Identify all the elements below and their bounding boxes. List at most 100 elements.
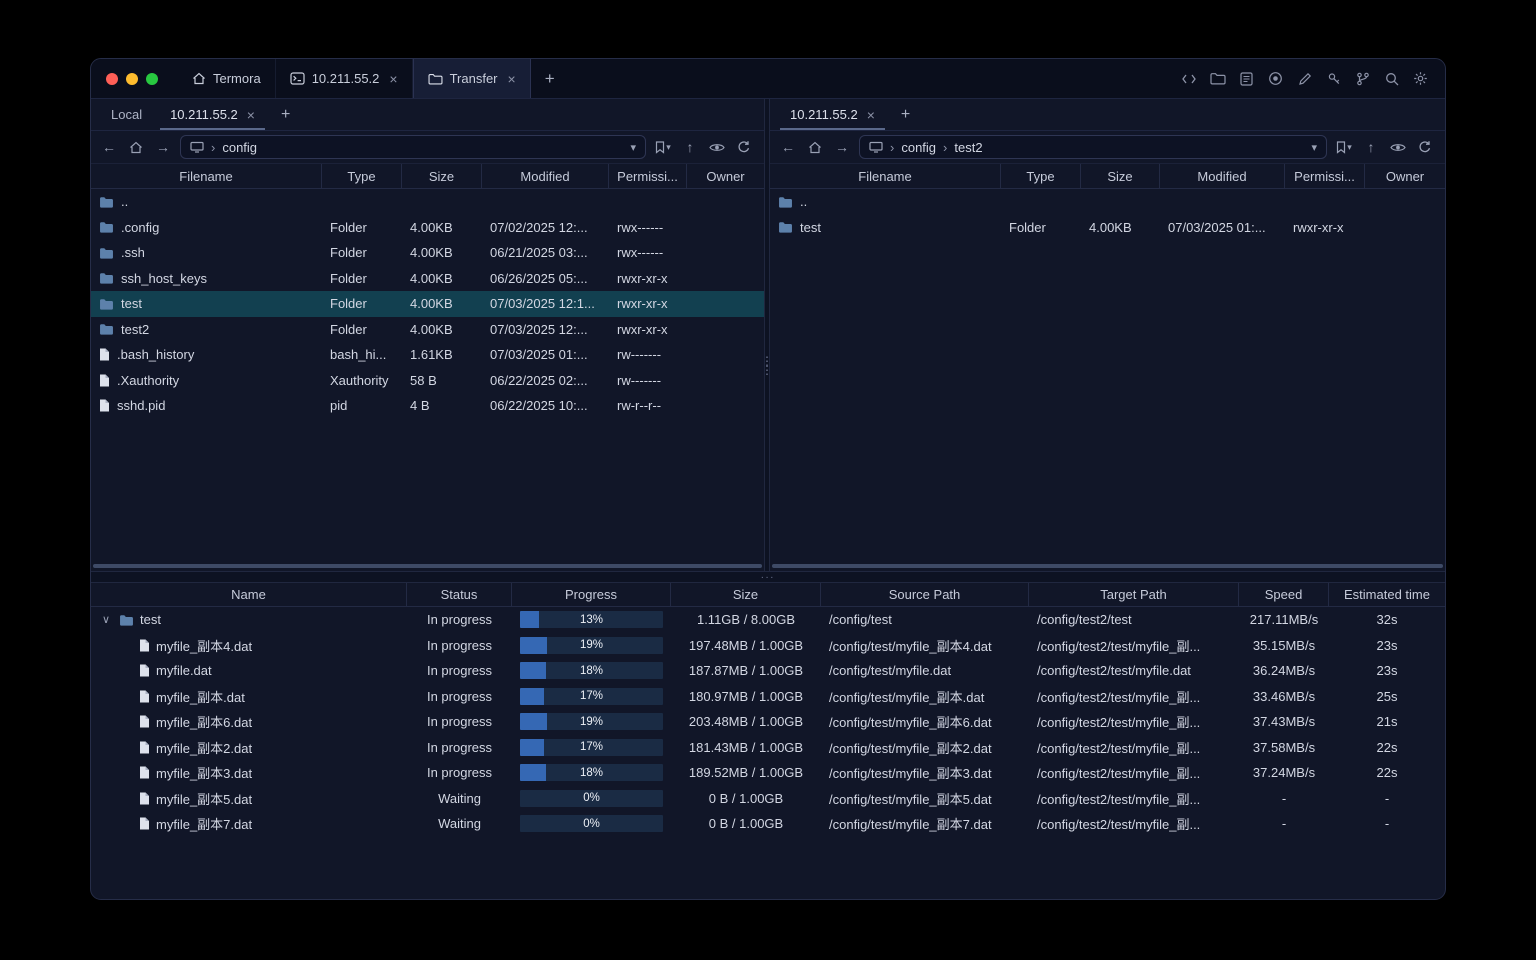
new-tab-button[interactable]: + xyxy=(531,59,569,98)
back-button[interactable]: ← xyxy=(99,139,119,155)
tab-remote-host[interactable]: 10.211.55.2 × xyxy=(156,99,269,130)
show-hidden-files-button[interactable] xyxy=(1388,142,1408,153)
column-header[interactable]: Name xyxy=(91,583,407,606)
tab-terminal-session[interactable]: 10.211.55.2 × xyxy=(276,59,413,98)
transfer-row[interactable]: myfile_副本3.dat In progress 18% 189.52MB … xyxy=(91,760,1445,786)
home-button[interactable] xyxy=(805,141,825,154)
tab-local[interactable]: Local xyxy=(97,99,156,130)
close-window-button[interactable] xyxy=(106,72,118,85)
cell-name: myfile_副本6.dat xyxy=(91,712,407,731)
cell-target-path: /config/test2/test/myfile_副... xyxy=(1037,638,1201,654)
file-row[interactable]: ssh_host_keys Folder 4.00KB 06/26/2025 0… xyxy=(91,266,764,292)
path-segment[interactable]: config xyxy=(222,140,257,155)
horizontal-scrollbar[interactable] xyxy=(93,564,762,568)
file-icon xyxy=(139,639,150,652)
column-header[interactable]: Owner xyxy=(1365,164,1445,188)
column-header[interactable]: Permissi... xyxy=(609,164,687,188)
tab-remote-host[interactable]: 10.211.55.2 × xyxy=(776,99,889,130)
file-row[interactable]: .. xyxy=(91,189,764,215)
column-header[interactable]: Permissi... xyxy=(1285,164,1365,188)
log-icon[interactable] xyxy=(1237,69,1256,88)
settings-gear-icon[interactable] xyxy=(1411,69,1430,88)
progress-bar: 17% xyxy=(520,738,663,756)
column-header[interactable]: Modified xyxy=(1160,164,1285,188)
new-folder-icon[interactable] xyxy=(1208,69,1227,88)
cell-permissions: rwxr-xr-x xyxy=(617,270,668,286)
transfer-row[interactable]: myfile_副本2.dat In progress 17% 181.43MB … xyxy=(91,735,1445,761)
code-icon[interactable] xyxy=(1179,69,1198,88)
computer-icon xyxy=(869,141,883,153)
edit-icon[interactable] xyxy=(1295,69,1314,88)
new-pane-tab-button[interactable]: + xyxy=(269,99,302,130)
collapse-chevron-icon[interactable]: ∨ xyxy=(99,613,113,626)
column-header[interactable]: Speed xyxy=(1239,583,1329,606)
transfer-row[interactable]: myfile_副本4.dat In progress 19% 197.48MB … xyxy=(91,633,1445,659)
column-header[interactable]: Size xyxy=(671,583,821,606)
file-row[interactable]: .ssh Folder 4.00KB 06/21/2025 03:... rwx… xyxy=(91,240,764,266)
home-button[interactable] xyxy=(126,141,146,154)
keygen-icon[interactable] xyxy=(1324,69,1343,88)
column-header[interactable]: Filename xyxy=(91,164,322,188)
upload-button[interactable]: ↑ xyxy=(680,139,700,155)
column-header[interactable]: Size xyxy=(1081,164,1160,188)
forward-button[interactable]: → xyxy=(153,139,173,155)
cell-progress: 0% xyxy=(512,815,671,833)
close-tab-icon[interactable]: × xyxy=(867,107,875,123)
chevron-down-icon[interactable]: ▾ xyxy=(630,141,636,154)
column-header[interactable]: Modified xyxy=(482,164,609,188)
transfer-row[interactable]: myfile_副本7.dat Waiting 0% 0 B / 1.00GB /… xyxy=(91,811,1445,837)
horizontal-scrollbar[interactable] xyxy=(772,564,1443,568)
transfer-row[interactable]: myfile_副本6.dat In progress 19% 203.48MB … xyxy=(91,709,1445,735)
file-row[interactable]: .. xyxy=(770,189,1445,215)
file-row[interactable]: .Xauthority Xauthority 58 B 06/22/2025 0… xyxy=(91,368,764,394)
minimize-window-button[interactable] xyxy=(126,72,138,85)
close-tab-icon[interactable]: × xyxy=(247,107,255,123)
transfer-splitter[interactable]: ∙∙∙ xyxy=(91,571,1445,583)
search-icon[interactable] xyxy=(1382,69,1401,88)
path-bar[interactable]: › config › test2 ▾ xyxy=(859,135,1327,159)
tab-transfer[interactable]: Transfer × xyxy=(412,59,531,98)
refresh-button[interactable] xyxy=(734,140,754,154)
transfer-row[interactable]: ∨ test In progress 13% 1.11GB / 8.00GB /… xyxy=(91,607,1445,633)
column-header[interactable]: Source Path xyxy=(821,583,1029,606)
file-row[interactable]: test2 Folder 4.00KB 07/03/2025 12:... rw… xyxy=(91,317,764,343)
column-header[interactable]: Target Path xyxy=(1029,583,1239,606)
chevron-down-icon[interactable]: ▾ xyxy=(1311,141,1317,154)
close-tab-icon[interactable]: × xyxy=(389,71,397,87)
tab-termora[interactable]: Termora xyxy=(178,59,276,98)
cell-size: 180.97MB / 1.00GB xyxy=(688,688,804,704)
path-segment[interactable]: test2 xyxy=(954,140,982,155)
path-segment[interactable]: config xyxy=(901,140,936,155)
column-header[interactable]: Type xyxy=(1001,164,1081,188)
transfer-row[interactable]: myfile_副本.dat In progress 17% 180.97MB /… xyxy=(91,684,1445,710)
transfer-row[interactable]: myfile_副本5.dat Waiting 0% 0 B / 1.00GB /… xyxy=(91,786,1445,812)
new-pane-tab-button[interactable]: + xyxy=(889,99,922,130)
column-header[interactable]: Owner xyxy=(687,164,764,188)
back-button[interactable]: ← xyxy=(778,139,798,155)
column-header[interactable]: Estimated time xyxy=(1329,583,1445,606)
file-row[interactable]: sshd.pid pid 4 B 06/22/2025 10:... rw-r-… xyxy=(91,393,764,419)
close-tab-icon[interactable]: × xyxy=(508,71,516,87)
forward-button[interactable]: → xyxy=(832,139,852,155)
cell-name: ∨ test xyxy=(91,612,407,627)
show-hidden-files-button[interactable] xyxy=(707,142,727,153)
column-header[interactable]: Filename xyxy=(770,164,1001,188)
file-row[interactable]: test Folder 4.00KB 07/03/2025 01:... rwx… xyxy=(770,215,1445,241)
column-header[interactable]: Progress xyxy=(512,583,671,606)
cell-modified: 07/03/2025 01:... xyxy=(1168,219,1266,235)
column-header[interactable]: Status xyxy=(407,583,512,606)
upload-button[interactable]: ↑ xyxy=(1361,139,1381,155)
file-row[interactable]: .config Folder 4.00KB 07/02/2025 12:... … xyxy=(91,215,764,241)
bookmark-button[interactable]: ▾ xyxy=(1334,140,1354,154)
fullscreen-window-button[interactable] xyxy=(146,72,158,85)
column-header[interactable]: Type xyxy=(322,164,402,188)
file-row-selected[interactable]: test Folder 4.00KB 07/03/2025 12:1... rw… xyxy=(91,291,764,317)
path-bar[interactable]: › config ▾ xyxy=(180,135,646,159)
record-icon[interactable] xyxy=(1266,69,1285,88)
branch-icon[interactable] xyxy=(1353,69,1372,88)
transfer-row[interactable]: myfile.dat In progress 18% 187.87MB / 1.… xyxy=(91,658,1445,684)
bookmark-button[interactable]: ▾ xyxy=(653,140,673,154)
column-header[interactable]: Size xyxy=(402,164,482,188)
refresh-button[interactable] xyxy=(1415,140,1435,154)
file-row[interactable]: .bash_history bash_hi... 1.61KB 07/03/20… xyxy=(91,342,764,368)
